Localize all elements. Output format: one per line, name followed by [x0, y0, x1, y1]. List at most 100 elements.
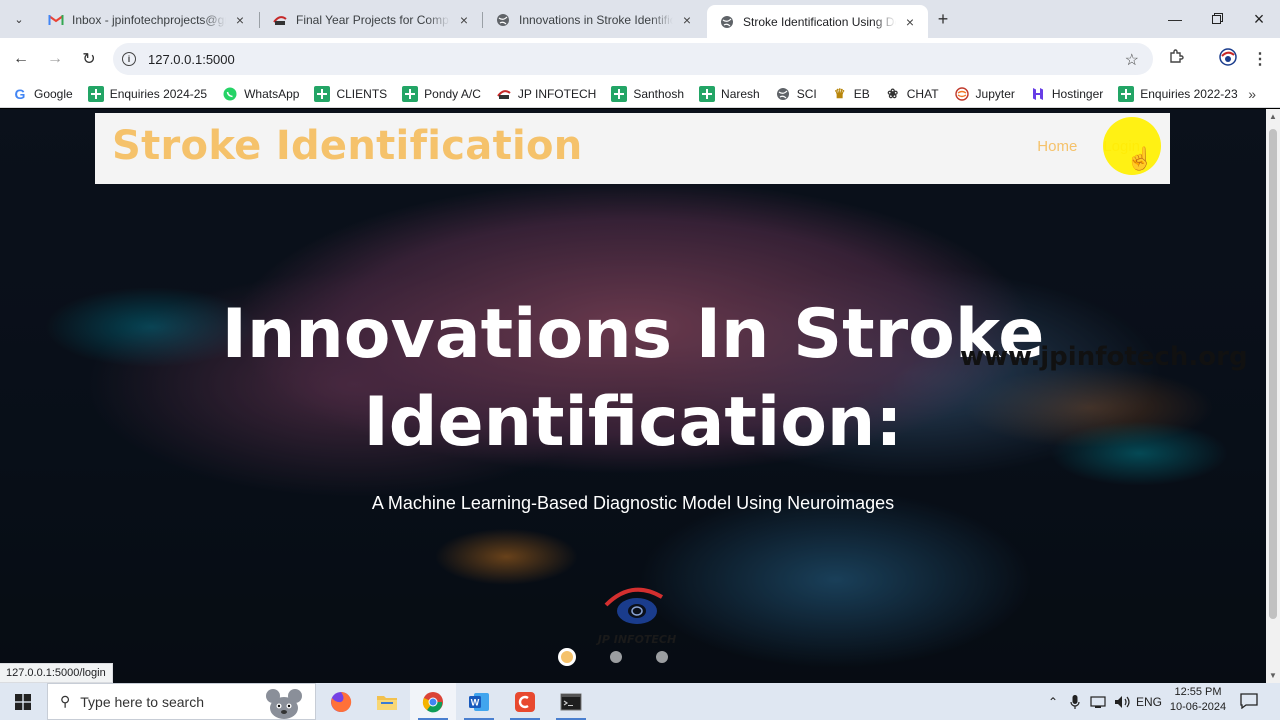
tray-microphone[interactable] — [1066, 683, 1084, 720]
emblem-icon: ♛ — [833, 85, 846, 101]
chrome-icon — [422, 691, 443, 712]
bookmark-sci[interactable]: SCI — [775, 86, 817, 102]
tab-final-year-projects[interactable]: Final Year Projects for Computer Science… — [260, 5, 482, 34]
bookmark-naresh[interactable]: Naresh — [699, 85, 760, 102]
close-icon[interactable]: × — [232, 12, 248, 28]
reload-button[interactable]: ↻ — [76, 46, 102, 72]
close-window-button[interactable]: × — [1236, 0, 1280, 38]
notifications-button[interactable] — [1238, 691, 1260, 711]
jp-infotech-icon — [496, 86, 512, 102]
hero-title: Innovations In Stroke Identification: — [0, 291, 1266, 467]
taskbar-terminal[interactable] — [548, 683, 594, 720]
bookmark-chat[interactable]: ❀ CHAT — [885, 85, 938, 102]
page-scrollbar[interactable]: ▲ ▼ — [1266, 109, 1280, 683]
bookmark-star-icon[interactable]: ☆ — [1125, 50, 1139, 70]
bookmarks-bar: G Google Enquiries 2024-25 WhatsApp CLIE… — [0, 80, 1280, 108]
close-icon[interactable]: × — [679, 12, 695, 28]
minimize-button[interactable]: — — [1152, 0, 1198, 38]
recorder-icon — [515, 691, 535, 712]
tray-show-hidden[interactable]: ⌃ — [1044, 683, 1062, 720]
taskbar-firefox[interactable] — [318, 683, 364, 720]
scroll-down-icon[interactable]: ▼ — [1269, 671, 1277, 680]
scroll-thumb[interactable] — [1269, 129, 1277, 619]
openai-icon: ❀ — [887, 85, 899, 101]
hostinger-icon — [1030, 86, 1046, 102]
nav-home-link[interactable]: Home — [1037, 138, 1077, 155]
gmail-icon — [48, 12, 64, 28]
windows-icon — [15, 693, 31, 710]
jp-infotech-logo-icon — [604, 587, 664, 624]
watermark-text: www.jpinfotech.org — [960, 342, 1248, 372]
whatsapp-icon — [222, 86, 238, 102]
tab-search-button[interactable]: ⌄ — [6, 7, 32, 31]
info-icon[interactable]: i — [122, 52, 136, 66]
jp-infotech-icon — [272, 12, 288, 28]
tray-network[interactable] — [1088, 683, 1110, 720]
bookmark-santhosh[interactable]: Santhosh — [611, 85, 684, 102]
notification-icon — [1240, 693, 1258, 709]
nav-login-link[interactable]: Login — [1103, 138, 1140, 155]
search-highlight-icon — [266, 689, 302, 719]
close-icon[interactable]: × — [902, 14, 918, 30]
speaker-icon — [1115, 695, 1130, 708]
bookmark-clients[interactable]: CLIENTS — [314, 85, 387, 102]
new-tab-button[interactable]: + — [932, 8, 954, 30]
bookmark-pondy-ac[interactable]: Pondy A/C — [402, 85, 481, 102]
bookmark-whatsapp[interactable]: WhatsApp — [222, 86, 299, 102]
browser-tab-strip: ⌄ Inbox - jpinfotechprojects@gmail.com ×… — [0, 0, 1280, 38]
taskbar-search-box[interactable]: ⚲ Type here to search — [47, 683, 316, 720]
bookmark-hostinger[interactable]: Hostinger — [1030, 86, 1103, 102]
back-button[interactable]: ← — [8, 46, 34, 72]
menu-button[interactable]: ⋮ — [1248, 47, 1272, 71]
tray-language[interactable]: ENG — [1136, 683, 1162, 720]
sheets-icon — [314, 85, 331, 102]
close-icon: × — [1253, 8, 1265, 29]
carousel-dot-1[interactable] — [558, 648, 576, 666]
chevron-down-icon: ⌄ — [14, 13, 24, 26]
taskbar-screen-recorder[interactable] — [502, 683, 548, 720]
logo-text: JP INFOTECH — [597, 633, 677, 646]
taskbar-clock[interactable]: 12:55 PM 10-06-2024 — [1163, 685, 1233, 715]
bookmark-google[interactable]: G Google — [12, 86, 73, 102]
terminal-icon — [560, 693, 582, 710]
carousel-dot-2[interactable] — [610, 651, 622, 663]
microphone-icon — [1070, 694, 1080, 709]
chevron-double-right-icon[interactable]: » — [1248, 86, 1256, 102]
forward-button[interactable]: → — [42, 46, 68, 72]
firefox-icon — [331, 691, 352, 712]
taskbar-word[interactable]: W — [456, 683, 502, 720]
hero-section: Stroke Identification Home Login Innovat… — [0, 109, 1266, 683]
restore-button[interactable] — [1194, 0, 1240, 38]
jp-infotech-logo: JP INFOTECH — [592, 581, 682, 653]
bookmark-jp-infotech[interactable]: JP INFOTECH — [496, 86, 596, 102]
plus-icon: + — [937, 8, 949, 29]
network-icon — [1090, 695, 1106, 708]
site-header: Stroke Identification Home Login — [95, 113, 1170, 184]
site-brand[interactable]: Stroke Identification — [112, 123, 583, 169]
tab-stroke-identification[interactable]: Stroke Identification Using Deep Learnin… — [707, 5, 928, 38]
tab-innovations[interactable]: Innovations in Stroke Identification × — [483, 5, 705, 34]
sheets-icon — [611, 85, 628, 102]
folder-icon — [377, 695, 397, 710]
bookmark-enquiries-2022-23[interactable]: Enquiries 2022-23 — [1118, 85, 1238, 102]
carousel-dot-3[interactable] — [656, 651, 668, 663]
browser-toolbar: ← → ↻ i 127.0.0.1:5000 ☆ ⋮ — [0, 38, 1280, 80]
bookmark-enquiries-2024-25[interactable]: Enquiries 2024-25 — [87, 85, 207, 102]
tray-volume[interactable] — [1112, 683, 1134, 720]
start-button[interactable] — [0, 683, 46, 720]
tab-gmail[interactable]: Inbox - jpinfotechprojects@gmail.com × — [36, 5, 258, 34]
close-icon[interactable]: × — [456, 12, 472, 28]
scroll-up-icon[interactable]: ▲ — [1269, 112, 1277, 121]
extensions-button[interactable] — [1164, 47, 1188, 71]
bookmark-jupyter[interactable]: Jupyter — [954, 86, 1015, 102]
clock-time: 12:55 PM — [1174, 686, 1222, 698]
bookmark-eb[interactable]: ♛ EB — [832, 86, 870, 102]
taskbar-file-explorer[interactable] — [364, 683, 410, 720]
google-icon: G — [14, 85, 26, 102]
restore-icon — [1211, 11, 1223, 27]
taskbar-chrome[interactable] — [410, 683, 456, 720]
profile-button[interactable] — [1216, 47, 1240, 71]
address-bar[interactable]: i 127.0.0.1:5000 ☆ — [113, 43, 1153, 75]
url-text[interactable]: 127.0.0.1:5000 — [148, 52, 235, 67]
globe-icon — [775, 86, 791, 102]
